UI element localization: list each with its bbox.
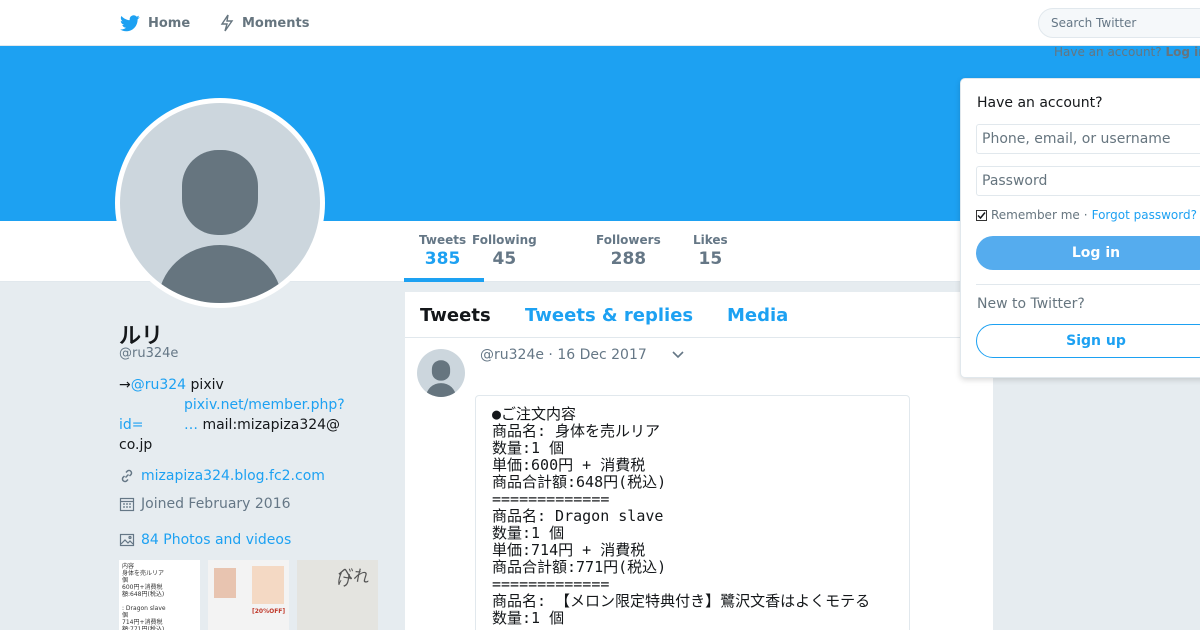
photo-thumbnail[interactable]: 内容 身体を売ルリア 個 600円+消費税 額:648円(税込) : Drago…	[119, 560, 200, 630]
photos-videos-link[interactable]: 84 Photos and videos	[119, 532, 291, 548]
tab-tweets-replies[interactable]: Tweets & replies	[525, 305, 693, 326]
nav-moments-label: Moments	[242, 15, 310, 31]
profile-handle: @ru324e	[119, 346, 179, 361]
tweet-avatar[interactable]	[417, 349, 465, 397]
password-field[interactable]	[976, 166, 1200, 196]
stat-tweets[interactable]: Tweets 385	[419, 233, 466, 269]
default-avatar-icon	[158, 150, 282, 303]
photo-thumbnail[interactable]: べれけ	[297, 560, 378, 630]
nav-home[interactable]: Home	[120, 0, 190, 46]
timeline-tabs: Tweets Tweets & replies Media	[405, 292, 993, 338]
bio-mention[interactable]: @ru324	[131, 377, 186, 393]
lightning-icon	[220, 14, 234, 32]
tweet-image-line: 商品名: 【メロン限定特典付き】鷺沢文香はよくモテる	[492, 592, 871, 610]
photo-thumbnail[interactable]: [20%OFF]	[208, 560, 289, 630]
search-input[interactable]	[1039, 9, 1189, 37]
remember-label[interactable]: Remember me	[991, 208, 1080, 222]
tweet-image[interactable]: ●ご注文内容 商品名: 身体を売ルリア 数量:1 個単価:600円 + 消費税 商品合…	[475, 395, 910, 630]
tweet-image-line: 商品名: Dragon slave	[492, 507, 664, 525]
tweet-image-line: 数量:1 個	[492, 524, 565, 542]
link-icon	[121, 469, 133, 483]
tweet-image-line: =============	[492, 490, 610, 508]
calendar-icon	[119, 497, 135, 512]
tweet-image-line: 商品合計額:771円(税込)	[492, 558, 667, 576]
check-icon	[977, 211, 986, 219]
stat-likes[interactable]: Likes 15	[693, 233, 728, 269]
profile-avatar[interactable]	[115, 98, 325, 308]
stat-followers[interactable]: Followers 288	[596, 233, 661, 269]
tweet-image-line: ●ご注文内容	[492, 405, 577, 423]
tweet-date[interactable]: · 16 Dec 2017	[548, 347, 646, 363]
default-avatar-icon	[426, 360, 456, 397]
nav-moments[interactable]: Moments	[220, 0, 309, 46]
new-to-twitter-text: New to Twitter?	[977, 296, 1085, 312]
forgot-password-link[interactable]: Forgot password?	[1092, 208, 1197, 222]
photo-thumbnails: 内容 身体を売ルリア 個 600円+消費税 額:648円(税込) : Drago…	[119, 560, 378, 630]
login-divider	[976, 284, 1200, 285]
tweet-header: @ru324e · 16 Dec 2017	[480, 347, 647, 363]
login-title: Have an account?	[977, 95, 1103, 111]
tweet-image-line: 商品合計額:648円(税込)	[492, 473, 667, 491]
username-field[interactable]	[976, 124, 1200, 154]
twitter-bird-icon	[120, 14, 140, 31]
login-dropdown: Have an account? Remember me · Forgot pa…	[960, 78, 1200, 378]
tweet-image-line: 単価:600円 + 消費税	[492, 456, 646, 474]
profile-bio: →@ru324 pixiv pixiv.net/member.php? id=……	[119, 377, 345, 453]
tweet-image-line: =============	[492, 575, 610, 593]
login-link[interactable]: Log in	[1165, 45, 1200, 59]
tweet-image-text: ●ご注文内容 商品名: 身体を売ルリア 数量:1 個単価:600円 + 消費税 商品合…	[492, 406, 870, 627]
tweet-handle[interactable]: @ru324e	[480, 347, 544, 363]
photo-icon	[119, 533, 135, 547]
tweet-image-line: 商品名: 身体を売ルリア	[492, 422, 661, 440]
profile-website[interactable]: mizapiza324.blog.fc2.com	[119, 468, 325, 484]
chevron-down-icon[interactable]	[671, 350, 685, 360]
profile-joined: Joined February 2016	[119, 496, 291, 512]
stat-following[interactable]: Following 45	[472, 233, 537, 269]
timeline: Tweets Tweets & replies Media @ru324e · …	[405, 292, 993, 630]
tweet-image-line: 単価:714円 + 消費税	[492, 541, 646, 559]
remember-row: Remember me · Forgot password?	[976, 208, 1197, 222]
top-navigation: Home Moments	[0, 0, 1200, 46]
login-button[interactable]: Log in	[976, 236, 1200, 270]
bio-link[interactable]: pixiv.net/member.php?	[184, 397, 345, 413]
signup-button[interactable]: Sign up	[976, 324, 1200, 358]
tab-media[interactable]: Media	[727, 305, 788, 326]
have-account-prompt: Have an account? Log in	[1054, 45, 1200, 59]
tweet-image-line: 数量:1 個	[492, 439, 565, 457]
active-stat-indicator	[404, 278, 484, 282]
nav-home-label: Home	[148, 15, 191, 31]
tweet-image-line: 数量:1 個	[492, 609, 565, 627]
search-box	[1038, 8, 1200, 38]
tab-tweets[interactable]: Tweets	[420, 305, 491, 326]
remember-checkbox[interactable]	[976, 209, 987, 221]
